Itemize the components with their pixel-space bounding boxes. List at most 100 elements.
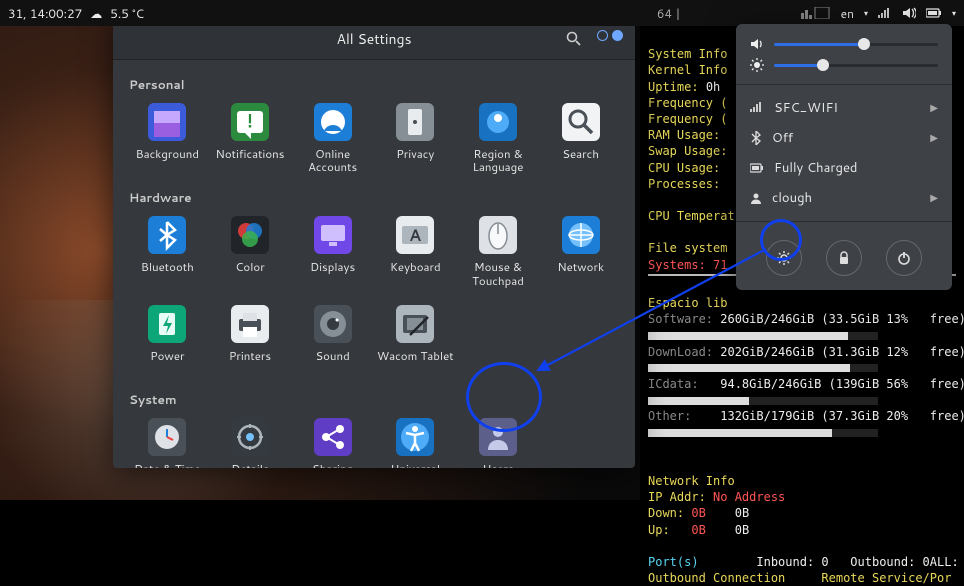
settings-item-printers[interactable]: Printers xyxy=(210,299,291,381)
svg-text:!: ! xyxy=(247,107,253,133)
network-icon xyxy=(562,216,600,254)
battery-icon xyxy=(750,163,764,173)
top-right-num: 64 | xyxy=(657,5,681,22)
brightness-icon xyxy=(750,58,764,72)
battery-label: Fully Charged xyxy=(774,159,857,177)
settings-item-label: Privacy xyxy=(394,147,436,173)
color-icon xyxy=(231,216,269,254)
settings-item-label: Network xyxy=(555,260,606,286)
region-language-icon xyxy=(479,103,517,141)
notifications-icon: ! xyxy=(231,103,269,141)
power-icon xyxy=(148,305,186,343)
settings-item-label: Keyboard xyxy=(388,260,443,286)
settings-item-wacom-tablet[interactable]: Wacom Tablet xyxy=(375,299,456,381)
dropdown-icon: ▾ xyxy=(864,7,868,19)
brightness-slider[interactable] xyxy=(774,64,938,67)
settings-item-keyboard[interactable]: A Keyboard xyxy=(375,210,456,292)
keyboard-icon: A xyxy=(396,216,434,254)
settings-item-mouse-touchpad[interactable]: Mouse & Touchpad xyxy=(458,210,539,292)
section-hardware: Hardware xyxy=(129,189,621,206)
section-system: System xyxy=(129,391,621,408)
date-time-icon xyxy=(148,418,186,456)
wacom-tablet-icon xyxy=(396,305,434,343)
settings-item-power[interactable]: Power xyxy=(127,299,208,381)
settings-item-label: Displays xyxy=(308,260,357,286)
settings-item-label: Universal Access xyxy=(375,462,456,468)
settings-item-sound[interactable]: Sound xyxy=(292,299,373,381)
settings-item-search[interactable]: Search xyxy=(540,97,621,179)
chevron-right-icon: ▶ xyxy=(930,191,938,205)
view-toggle[interactable] xyxy=(597,30,623,41)
netgraph-icon[interactable] xyxy=(801,7,831,19)
settings-item-label: Sharing xyxy=(310,462,355,468)
printers-icon xyxy=(231,305,269,343)
settings-item-label: Users xyxy=(481,462,516,468)
settings-item-online-accounts[interactable]: Online Accounts xyxy=(292,97,373,179)
lock-round-button[interactable] xyxy=(826,240,862,276)
fs-row: ICdata: 94.8GiB/246GiB (139GiB 56% free) xyxy=(648,376,956,408)
user-menu-item[interactable]: clough ▶ xyxy=(736,183,952,213)
settings-item-background[interactable]: Background xyxy=(127,97,208,179)
settings-item-label: Search xyxy=(560,147,601,173)
chevron-right-icon: ▶ xyxy=(930,101,938,115)
volume-slider[interactable] xyxy=(774,43,938,46)
settings-item-label: Background xyxy=(134,147,201,173)
settings-item-label: Wacom Tablet xyxy=(375,349,456,375)
settings-item-label: Power xyxy=(148,349,186,375)
top-bar: 31, 14:00:27 ☁ 5.5 °C 64 | en ▾ ▾ xyxy=(0,0,964,26)
settings-item-label: Color xyxy=(233,260,266,286)
settings-item-notifications[interactable]: ! Notifications xyxy=(210,97,291,179)
universal-access-icon xyxy=(396,418,434,456)
sound-icon xyxy=(314,305,352,343)
wifi-icon[interactable] xyxy=(878,8,892,18)
mouse-touchpad-icon xyxy=(479,216,517,254)
dropdown-icon: ▾ xyxy=(952,7,956,19)
sharing-icon xyxy=(314,418,352,456)
settings-item-region-language[interactable]: Region & Language xyxy=(458,97,539,179)
volume-slider-row[interactable] xyxy=(736,34,952,54)
settings-item-label: Sound xyxy=(313,349,351,375)
settings-item-network[interactable]: Network xyxy=(540,210,621,292)
wifi-menu-item[interactable]: SFC_WIFI ▶ xyxy=(736,93,952,123)
settings-round-button[interactable] xyxy=(766,240,802,276)
bluetooth-menu-item[interactable]: Off ▶ xyxy=(736,123,952,153)
battery-menu-item[interactable]: Fully Charged xyxy=(736,153,952,183)
settings-item-details[interactable]: Details xyxy=(210,412,291,468)
settings-item-displays[interactable]: Displays xyxy=(292,210,373,292)
volume-icon xyxy=(750,38,764,50)
temperature: 5.5 °C xyxy=(110,5,144,22)
settings-item-date-time[interactable]: Date & Time xyxy=(127,412,208,468)
details-icon xyxy=(231,418,269,456)
fs-row: Software: 260GiB/246GiB (33.5GiB 13% fre… xyxy=(648,311,956,343)
temp-icon: ☁ xyxy=(90,5,102,22)
settings-item-label: Region & Language xyxy=(458,147,539,173)
svg-text:A: A xyxy=(409,224,421,247)
bluetooth-icon xyxy=(750,131,762,145)
settings-item-universal-access[interactable]: Universal Access xyxy=(375,412,456,468)
user-icon xyxy=(750,192,762,204)
fs-row: DownLoad: 202GiB/246GiB (31.3GiB 12% fre… xyxy=(648,344,956,376)
language-indicator[interactable]: en xyxy=(841,5,854,22)
search-button[interactable] xyxy=(563,28,585,50)
settings-item-color[interactable]: Color xyxy=(210,210,291,292)
settings-item-bluetooth[interactable]: Bluetooth xyxy=(127,210,208,292)
privacy-icon xyxy=(396,103,434,141)
brightness-slider-row[interactable] xyxy=(736,54,952,76)
settings-item-sharing[interactable]: Sharing xyxy=(292,412,373,468)
users-icon xyxy=(479,418,517,456)
settings-item-label: Printers xyxy=(227,349,273,375)
online-accounts-icon xyxy=(314,103,352,141)
settings-item-users[interactable]: Users xyxy=(458,412,539,468)
settings-window: All Settings Personal Background! Notific… xyxy=(113,18,635,468)
settings-item-privacy[interactable]: Privacy xyxy=(375,97,456,179)
section-personal: Personal xyxy=(129,76,621,93)
user-label: clough xyxy=(772,189,812,207)
settings-item-label: Details xyxy=(229,462,270,468)
power-round-button[interactable] xyxy=(886,240,922,276)
settings-item-label: Notifications xyxy=(214,147,287,173)
settings-title: All Settings xyxy=(336,29,411,49)
bluetooth-icon xyxy=(148,216,186,254)
settings-item-label: Bluetooth xyxy=(139,260,196,286)
displays-icon xyxy=(314,216,352,254)
wifi-icon xyxy=(750,99,764,117)
